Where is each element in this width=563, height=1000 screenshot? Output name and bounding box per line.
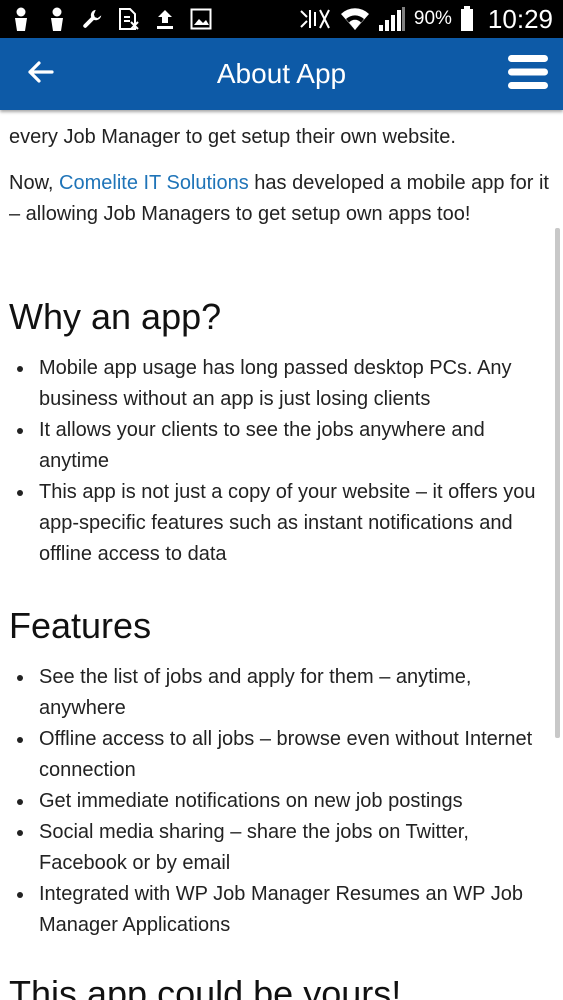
- list-item-text: Get immediate notifications on new job p…: [39, 790, 463, 812]
- heading-app-could-be-yours: This app could be yours!: [9, 973, 402, 1000]
- heading-why-an-app: Why an app?: [9, 296, 222, 337]
- list-item-text: This app is not just a copy of your webs…: [39, 481, 536, 565]
- person-icon: [46, 6, 68, 32]
- company-link[interactable]: Comelite IT Solutions: [59, 172, 249, 194]
- list-item: Offline access to all jobs – browse even…: [9, 724, 557, 786]
- why-list: Mobile app usage has long passed desktop…: [9, 353, 557, 570]
- intro-paragraph-end: every Job Manager to get setup their own…: [9, 126, 456, 148]
- image-icon: [190, 6, 212, 32]
- clock: 10:29: [487, 3, 553, 34]
- battery-percent: 90%: [413, 8, 452, 29]
- bullet-dot: [17, 737, 23, 743]
- features-list: See the list of jobs and apply for them …: [9, 662, 557, 941]
- intro-paragraph: Now, Comelite IT Solutions has developed…: [9, 168, 557, 230]
- upload-icon: [154, 6, 176, 32]
- list-item: See the list of jobs and apply for them …: [9, 662, 557, 724]
- list-item-text: Social media sharing – share the jobs on…: [39, 821, 469, 874]
- signal-icon: [378, 6, 406, 32]
- list-item: Integrated with WP Job Manager Resumes a…: [9, 879, 557, 941]
- status-system-icons: 90% 10:29: [298, 3, 553, 35]
- bullet-dot: [17, 366, 23, 372]
- page-title: About App: [216, 58, 347, 89]
- battery-icon: [460, 6, 474, 32]
- about-content: every Job Manager to get setup their own…: [0, 110, 563, 1000]
- hamburger-menu-icon: [508, 54, 548, 95]
- bullet-dot: [17, 428, 23, 434]
- wrench-icon: [82, 6, 104, 32]
- list-item: It allows your clients to see the jobs a…: [9, 415, 557, 477]
- bullet-dot: [17, 675, 23, 681]
- list-item: Get immediate notifications on new job p…: [9, 786, 557, 817]
- list-item: This app is not just a copy of your webs…: [9, 477, 557, 570]
- status-bar: 90% 10:29: [0, 0, 563, 38]
- menu-button[interactable]: [505, 52, 551, 96]
- bullet-dot: [17, 892, 23, 898]
- list-item-text: Offline access to all jobs – browse even…: [39, 728, 533, 781]
- intro-text-before: Now,: [9, 172, 60, 194]
- list-item: Social media sharing – share the jobs on…: [9, 817, 557, 879]
- status-notification-icons: [10, 5, 212, 33]
- scrollbar[interactable]: [555, 228, 560, 738]
- bullet-dot: [17, 830, 23, 836]
- list-item-text: Integrated with WP Job Manager Resumes a…: [39, 883, 523, 936]
- nfc-icon: [298, 7, 332, 31]
- list-item-text: See the list of jobs and apply for them …: [39, 666, 472, 719]
- wifi-icon: [340, 6, 370, 32]
- list-item-text: Mobile app usage has long passed desktop…: [39, 357, 512, 410]
- no-sim-icon: [118, 6, 140, 32]
- bullet-dot: [17, 490, 23, 496]
- heading-features: Features: [9, 605, 152, 646]
- app-bar: About App: [0, 38, 563, 110]
- list-item: Mobile app usage has long passed desktop…: [9, 353, 557, 415]
- list-item-text: It allows your clients to see the jobs a…: [39, 419, 485, 472]
- person-icon: [10, 6, 32, 32]
- bullet-dot: [17, 799, 23, 805]
